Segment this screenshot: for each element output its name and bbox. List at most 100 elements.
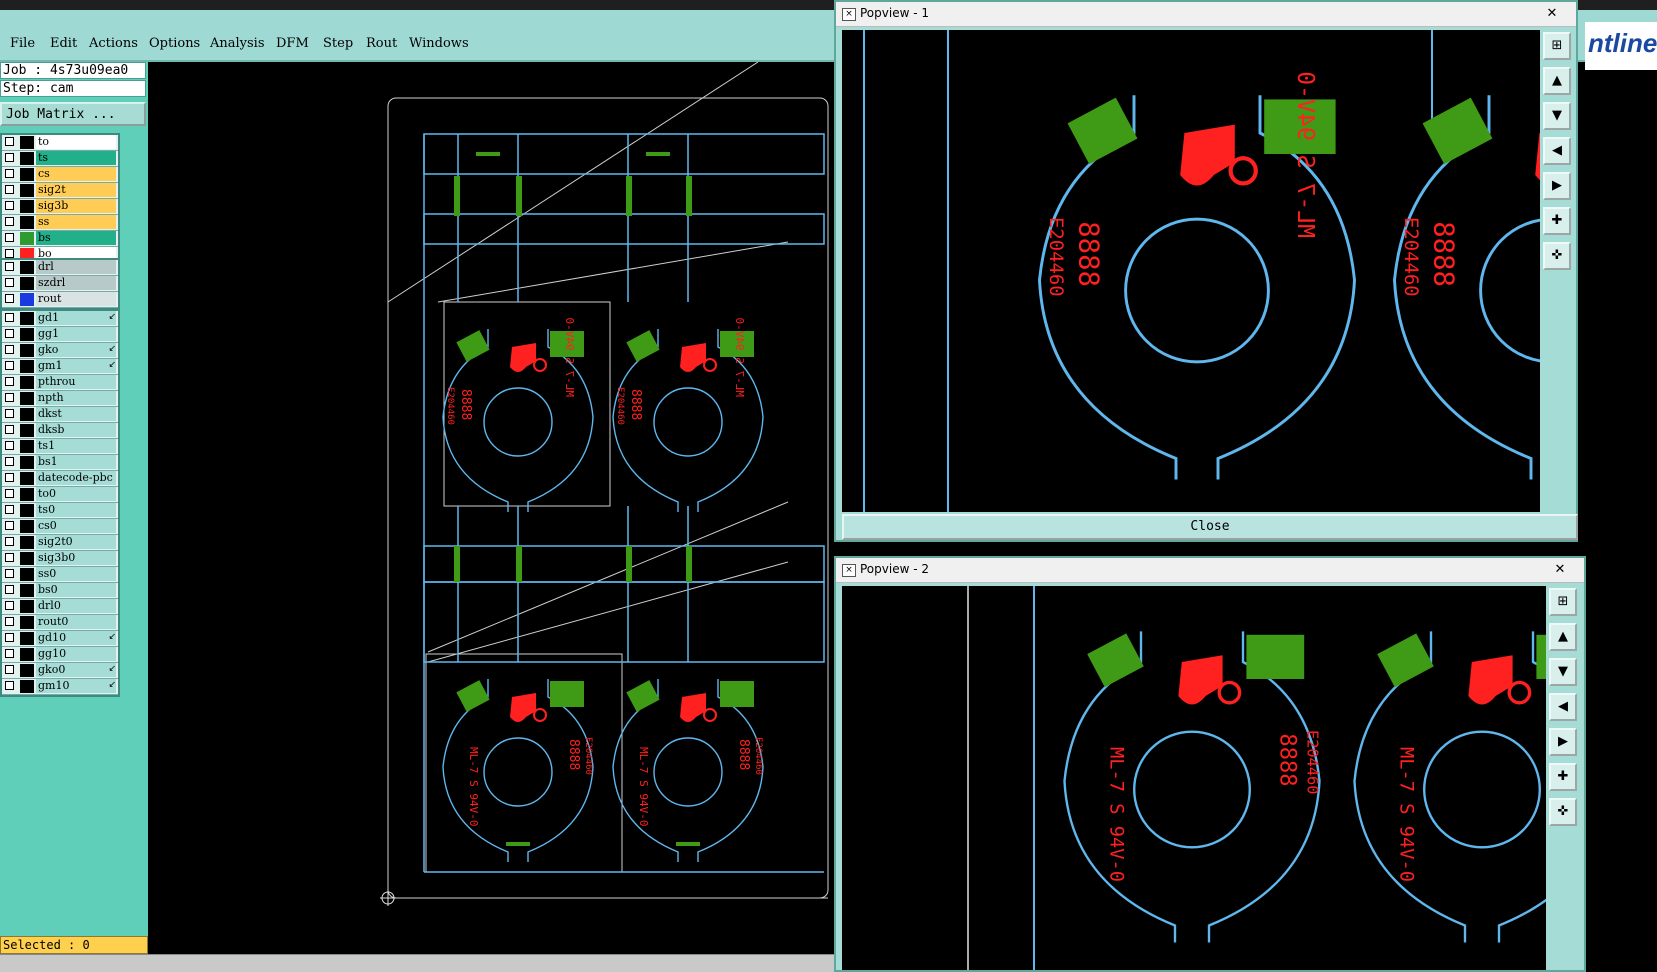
layer-row[interactable]: bs1 [2, 455, 118, 471]
menu-options[interactable]: Options [149, 36, 200, 51]
layer-row[interactable]: bs0 [2, 583, 118, 599]
layer-checkbox[interactable] [5, 665, 14, 674]
layer-row[interactable]: ts0 [2, 503, 118, 519]
popview-1-close-icon[interactable]: ✕ [1534, 4, 1570, 24]
layer-checkbox[interactable] [5, 425, 14, 434]
layer-checkbox[interactable] [5, 313, 14, 322]
menu-step[interactable]: Step [323, 36, 353, 51]
layer-row[interactable]: npth [2, 391, 118, 407]
layer-checkbox[interactable] [5, 262, 14, 271]
popview-2-close-icon[interactable]: ✕ [1542, 560, 1578, 580]
layer-row[interactable]: rout [2, 292, 118, 308]
job-matrix-button[interactable]: Job Matrix ... [0, 102, 146, 126]
layer-row[interactable]: dkst [2, 407, 118, 423]
pan-up-icon[interactable]: ▲ [1549, 623, 1577, 651]
layer-row[interactable]: drl [2, 260, 118, 276]
layer-checkbox[interactable] [5, 521, 14, 530]
layer-checkbox[interactable] [5, 553, 14, 562]
layer-row[interactable]: pthrou [2, 375, 118, 391]
layer-checkbox[interactable] [5, 377, 14, 386]
layer-row[interactable]: gd10 ↙ [2, 631, 118, 647]
menu-dfm[interactable]: DFM [276, 36, 309, 51]
layer-checkbox[interactable] [5, 137, 14, 146]
zoom-out-icon[interactable]: ✜ [1543, 242, 1571, 270]
popview-1-close-button[interactable]: Close [842, 514, 1578, 540]
layer-row[interactable]: rout0 [2, 615, 118, 631]
layer-row[interactable]: cs [2, 167, 118, 183]
layer-checkbox[interactable] [5, 361, 14, 370]
layer-row[interactable]: gko0 ↙ [2, 663, 118, 679]
layer-checkbox[interactable] [5, 441, 14, 450]
layer-row[interactable]: gm1 ↙ [2, 359, 118, 375]
layer-checkbox[interactable] [5, 649, 14, 658]
pan-left-icon[interactable]: ◀ [1543, 137, 1571, 165]
layer-row[interactable]: ss [2, 215, 118, 231]
layer-checkbox[interactable] [5, 278, 14, 287]
layer-checkbox[interactable] [5, 633, 14, 642]
layer-row[interactable]: szdrl [2, 276, 118, 292]
layer-checkbox[interactable] [5, 217, 14, 226]
menu-edit[interactable]: Edit [50, 36, 77, 51]
layer-checkbox[interactable] [5, 294, 14, 303]
menu-windows[interactable]: Windows [409, 36, 469, 51]
layer-row[interactable]: cs0 [2, 519, 118, 535]
popview-2-canvas[interactable]: ML-7 S 94V-08888E204460 ML-7 S 94V-08888… [842, 586, 1546, 970]
pan-right-icon[interactable]: ▶ [1543, 172, 1571, 200]
layer-checkbox[interactable] [5, 681, 14, 690]
layer-checkbox[interactable] [5, 201, 14, 210]
layer-row[interactable]: gg10 [2, 647, 118, 663]
layer-row[interactable]: gd1 ↙ [2, 311, 118, 327]
layer-checkbox[interactable] [5, 233, 14, 242]
popview-1-titlebar[interactable]: × Popview - 1 ✕ [836, 2, 1576, 27]
layer-row[interactable]: ts1 [2, 439, 118, 455]
pan-left-icon[interactable]: ◀ [1549, 693, 1577, 721]
layer-row[interactable]: sig2t [2, 183, 118, 199]
layer-checkbox[interactable] [5, 249, 14, 258]
layer-row[interactable]: gko ↙ [2, 343, 118, 359]
layer-checkbox[interactable] [5, 409, 14, 418]
layer-checkbox[interactable] [5, 569, 14, 578]
layer-checkbox[interactable] [5, 617, 14, 626]
layer-checkbox[interactable] [5, 457, 14, 466]
layer-row[interactable]: gm10 ↙ [2, 679, 118, 695]
layer-row[interactable]: ss0 [2, 567, 118, 583]
layer-checkbox[interactable] [5, 185, 14, 194]
layer-row[interactable]: datecode-pbc [2, 471, 118, 487]
menu-file[interactable]: File [10, 36, 35, 51]
layer-row[interactable]: sig3b [2, 199, 118, 215]
layer-checkbox[interactable] [5, 153, 14, 162]
pan-right-icon[interactable]: ▶ [1549, 728, 1577, 756]
pan-down-icon[interactable]: ▼ [1543, 102, 1571, 130]
zoom-fit-icon[interactable]: ⊞ [1543, 32, 1571, 60]
layer-checkbox[interactable] [5, 345, 14, 354]
layer-row[interactable]: gg1 [2, 327, 118, 343]
pan-down-icon[interactable]: ▼ [1549, 658, 1577, 686]
layer-row[interactable]: bs [2, 231, 118, 247]
popview-2-titlebar[interactable]: × Popview - 2 ✕ [836, 558, 1584, 583]
layer-checkbox[interactable] [5, 329, 14, 338]
layer-row[interactable]: to [2, 135, 118, 151]
layer-row[interactable]: sig3b0 [2, 551, 118, 567]
pan-up-icon[interactable]: ▲ [1543, 67, 1571, 95]
layer-checkbox[interactable] [5, 169, 14, 178]
layer-checkbox[interactable] [5, 537, 14, 546]
menu-actions[interactable]: Actions [89, 36, 138, 51]
layer-checkbox[interactable] [5, 585, 14, 594]
layer-row[interactable]: ts [2, 151, 118, 167]
menu-analysis[interactable]: Analysis [210, 36, 265, 51]
layer-checkbox[interactable] [5, 473, 14, 482]
zoom-fit-icon[interactable]: ⊞ [1549, 588, 1577, 616]
layer-row[interactable]: sig2t0 [2, 535, 118, 551]
zoom-out-icon[interactable]: ✜ [1549, 798, 1577, 826]
layer-checkbox[interactable] [5, 489, 14, 498]
layer-checkbox[interactable] [5, 601, 14, 610]
layer-row[interactable]: drl0 [2, 599, 118, 615]
zoom-in-icon[interactable]: ✚ [1543, 207, 1571, 235]
popview-1-canvas[interactable]: ML-7 S 94V-08888E204460 ML-7 S 94V-08888… [842, 30, 1540, 512]
layer-row[interactable]: to0 [2, 487, 118, 503]
layer-checkbox[interactable] [5, 393, 14, 402]
menu-rout[interactable]: Rout [366, 36, 397, 51]
layer-checkbox[interactable] [5, 505, 14, 514]
layer-row[interactable]: dksb [2, 423, 118, 439]
graphic-canvas[interactable]: ML-7 S 94V-0 8888 E204460 ML-7 S 94V-0 8888… [148, 62, 834, 954]
